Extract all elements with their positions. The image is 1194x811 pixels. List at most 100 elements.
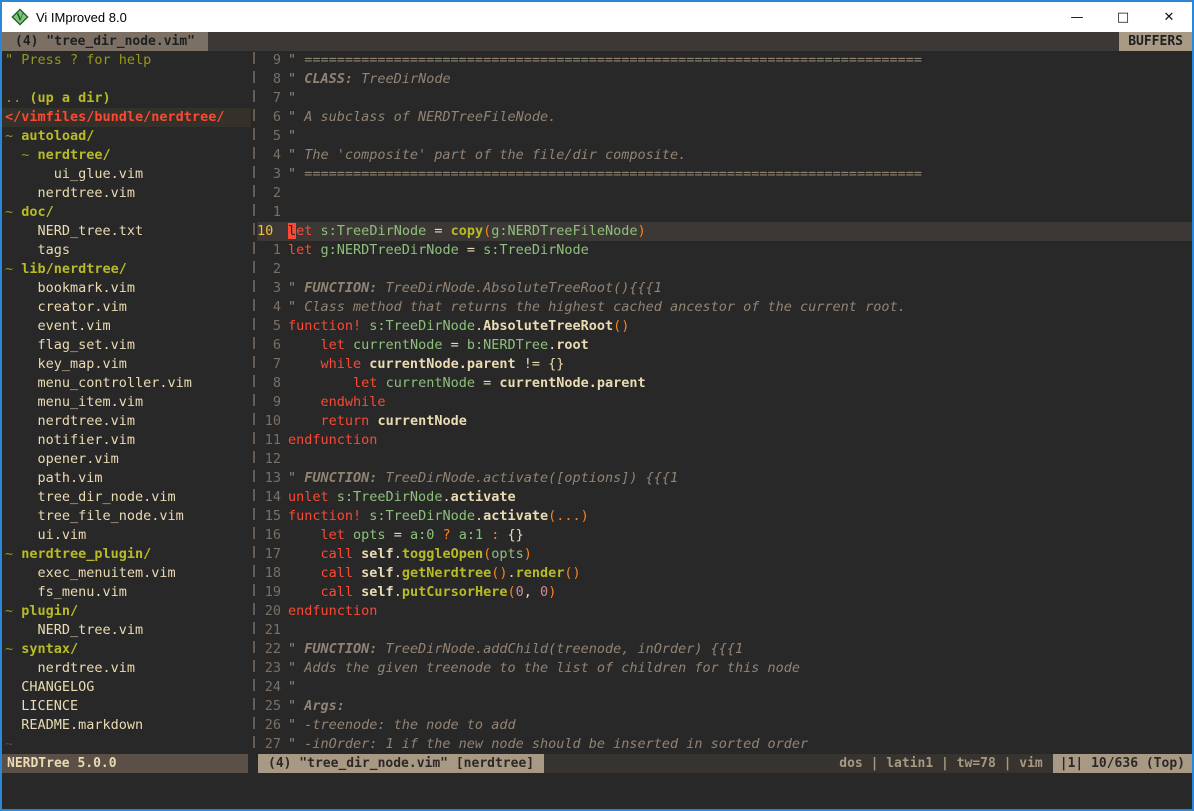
tree-item[interactable]: .. (up a dir) <box>5 89 251 108</box>
tree-item[interactable]: exec_menuitem.vim <box>5 564 251 583</box>
code-line[interactable]: 21 <box>257 621 1192 640</box>
tree-item[interactable]: LICENCE <box>5 697 251 716</box>
code-line[interactable]: 11endfunction <box>257 431 1192 450</box>
tree-item[interactable]: ~ syntax/ <box>5 640 251 659</box>
code-line[interactable]: 8" CLASS: TreeDirNode <box>257 70 1192 89</box>
tree-item[interactable]: </vimfiles/bundle/nerdtree/ <box>2 108 251 127</box>
tree-item[interactable]: menu_controller.vim <box>5 374 251 393</box>
maximize-button[interactable]: □ <box>1100 2 1146 32</box>
code-line[interactable]: 9" =====================================… <box>257 51 1192 70</box>
line-number: 10 <box>257 412 281 431</box>
tree-item[interactable]: menu_item.vim <box>5 393 251 412</box>
code-line[interactable]: 2 <box>257 184 1192 203</box>
code-line[interactable]: 14unlet s:TreeDirNode.activate <box>257 488 1192 507</box>
tree-item[interactable]: bookmark.vim <box>5 279 251 298</box>
tree-item[interactable] <box>5 70 251 89</box>
tree-item[interactable]: ~ <box>5 735 251 754</box>
tree-item[interactable]: flag_set.vim <box>5 336 251 355</box>
token: . <box>394 565 402 581</box>
code-line[interactable]: 13" FUNCTION: TreeDirNode.activate([opti… <box>257 469 1192 488</box>
token: = <box>475 375 499 391</box>
code-line[interactable]: 25" Args: <box>257 697 1192 716</box>
tree-item[interactable]: ~ lib/nerdtree/ <box>5 260 251 279</box>
tree-item[interactable]: ~ doc/ <box>5 203 251 222</box>
tree-item[interactable]: nerdtree.vim <box>5 184 251 203</box>
tree-item[interactable]: tree_dir_node.vim <box>5 488 251 507</box>
token: call <box>321 584 354 600</box>
code-line[interactable]: 1let g:NERDTreeDirNode = s:TreeDirNode <box>257 241 1192 260</box>
tree-item[interactable]: ui_glue.vim <box>5 165 251 184</box>
buffers-label[interactable]: BUFFERS <box>1119 32 1192 51</box>
code-line[interactable]: 18 call self.getNerdtree().render() <box>257 564 1192 583</box>
token: currentNode.parent <box>499 375 645 391</box>
code-line[interactable]: 23" Adds the given treenode to the list … <box>257 659 1192 678</box>
code-line[interactable]: 15function! s:TreeDirNode.activate(...) <box>257 507 1192 526</box>
code-line[interactable]: 2 <box>257 260 1192 279</box>
tree-item[interactable]: " Press ? for help <box>5 51 251 70</box>
code-line[interactable]: 3" =====================================… <box>257 165 1192 184</box>
code-line[interactable]: 9 endwhile <box>257 393 1192 412</box>
token: tags <box>5 242 70 258</box>
code-line[interactable]: 6 let currentNode = b:NERDTree.root <box>257 336 1192 355</box>
tree-item[interactable]: path.vim <box>5 469 251 488</box>
tree-item[interactable]: creator.vim <box>5 298 251 317</box>
code-line[interactable]: 7 while currentNode.parent != {} <box>257 355 1192 374</box>
token: FUNCTION: <box>304 641 377 657</box>
code-line[interactable]: 5" <box>257 127 1192 146</box>
tab-active-buffer[interactable]: (4) "tree_dir_node.vim" <box>2 32 208 51</box>
code-line[interactable]: 24" <box>257 678 1192 697</box>
code-line[interactable]: 20endfunction <box>257 602 1192 621</box>
tree-item[interactable]: event.vim <box>5 317 251 336</box>
code-line[interactable]: 1 <box>257 203 1192 222</box>
tree-item[interactable]: opener.vim <box>5 450 251 469</box>
code-line[interactable]: 6" A subclass of NERDTreeFileNode. <box>257 108 1192 127</box>
code-line[interactable]: 5function! s:TreeDirNode.AbsoluteTreeRoo… <box>257 317 1192 336</box>
code-line[interactable]: 4" The 'composite' part of the file/dir … <box>257 146 1192 165</box>
tree-item[interactable]: key_map.vim <box>5 355 251 374</box>
code-line[interactable]: 22" FUNCTION: TreeDirNode.addChild(treen… <box>257 640 1192 659</box>
tree-item[interactable]: ~ nerdtree_plugin/ <box>5 545 251 564</box>
command-line[interactable] <box>2 773 1192 809</box>
code-line[interactable]: 3" FUNCTION: TreeDirNode.AbsoluteTreeRoo… <box>257 279 1192 298</box>
line-number: 21 <box>257 621 281 640</box>
tree-item[interactable]: fs_menu.vim <box>5 583 251 602</box>
code-line[interactable]: 19 call self.putCursorHere(0, 0) <box>257 583 1192 602</box>
code-line[interactable]: 10let s:TreeDirNode = copy(g:NERDTreeFil… <box>257 222 1192 241</box>
token: ) <box>524 546 532 562</box>
code-line[interactable]: 7" <box>257 89 1192 108</box>
tree-item[interactable]: NERD_tree.vim <box>5 621 251 640</box>
minimize-button[interactable]: — <box>1054 2 1100 32</box>
token: menu_item.vim <box>5 394 143 410</box>
line-text: let currentNode = currentNode.parent <box>281 374 646 393</box>
tree-item[interactable]: tags <box>5 241 251 260</box>
code-line[interactable]: 27" -inOrder: 1 if the new node should b… <box>257 735 1192 754</box>
tree-item[interactable]: notifier.vim <box>5 431 251 450</box>
close-button[interactable]: ✕ <box>1146 2 1192 32</box>
token <box>288 527 321 543</box>
line-text: endfunction <box>281 431 377 450</box>
code-line[interactable]: 8 let currentNode = currentNode.parent <box>257 374 1192 393</box>
tree-item[interactable]: CHANGELOG <box>5 678 251 697</box>
token: creator.vim <box>5 299 127 315</box>
tree-item[interactable]: README.markdown <box>5 716 251 735</box>
line-number: 17 <box>257 545 281 564</box>
tree-item[interactable]: NERD_tree.txt <box>5 222 251 241</box>
tree-item[interactable]: ui.vim <box>5 526 251 545</box>
tree-item[interactable]: nerdtree.vim <box>5 412 251 431</box>
tree-item[interactable]: nerdtree.vim <box>5 659 251 678</box>
code-line[interactable]: 17 call self.toggleOpen(opts) <box>257 545 1192 564</box>
token: Args: <box>304 698 345 714</box>
line-text: " <box>281 127 296 146</box>
tree-item[interactable]: ~ plugin/ <box>5 602 251 621</box>
code-line[interactable]: 16 let opts = a:0 ? a:1 : {} <box>257 526 1192 545</box>
code-line[interactable]: 26" -treenode: the node to add <box>257 716 1192 735</box>
line-text: " -inOrder: 1 if the new node should be … <box>281 735 808 754</box>
code-line[interactable]: 10 return currentNode <box>257 412 1192 431</box>
code-line[interactable]: 4" Class method that returns the highest… <box>257 298 1192 317</box>
tree-item[interactable]: ~ autoload/ <box>5 127 251 146</box>
code-line[interactable]: 12 <box>257 450 1192 469</box>
line-number: 5 <box>257 317 281 336</box>
line-text: call self.toggleOpen(opts) <box>281 545 532 564</box>
tree-item[interactable]: tree_file_node.vim <box>5 507 251 526</box>
tree-item[interactable]: ~ nerdtree/ <box>5 146 251 165</box>
